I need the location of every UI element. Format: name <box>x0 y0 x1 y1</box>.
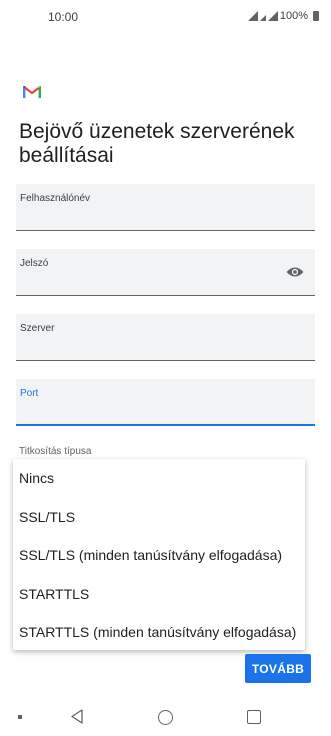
home-icon[interactable] <box>158 710 173 725</box>
visibility-eye-icon[interactable] <box>286 266 304 278</box>
gmail-icon <box>23 86 41 98</box>
password-field[interactable]: Jelszó <box>16 249 315 296</box>
server-label: Szerver <box>20 323 55 334</box>
dropdown-option-ssl-tls-accept-all[interactable]: SSL/TLS (minden tanúsítvány elfogadása) <box>19 536 282 574</box>
status-time: 10:00 <box>48 10 79 24</box>
wifi-signal-icon <box>247 11 258 21</box>
username-field[interactable]: Felhasználónév <box>16 184 315 231</box>
server-field[interactable]: Szerver <box>16 314 315 361</box>
dropdown-option-starttls[interactable]: STARTTLS <box>19 575 89 613</box>
nav-menu-dot-icon <box>18 715 22 719</box>
password-label: Jelszó <box>20 258 49 269</box>
next-button[interactable]: TOVÁBB <box>245 654 311 683</box>
dropdown-option-none[interactable]: Nincs <box>19 459 54 497</box>
port-label: Port <box>20 388 39 399</box>
recent-apps-icon[interactable] <box>247 710 261 724</box>
cellular-signal-icon <box>267 11 278 21</box>
status-icons: 100% <box>247 10 319 22</box>
battery-icon <box>313 11 319 21</box>
encryption-dropdown-menu: Nincs SSL/TLS SSL/TLS (minden tanúsítván… <box>13 459 305 650</box>
back-icon[interactable] <box>70 709 84 724</box>
username-label: Felhasználónév <box>20 193 91 204</box>
page-title: Bejövő üzenetek szerverének beállításai <box>19 120 295 167</box>
battery-percent: 100% <box>279 10 308 22</box>
cellular-signal-small-icon <box>259 15 266 21</box>
dropdown-option-ssl-tls[interactable]: SSL/TLS <box>19 498 75 536</box>
encryption-type-label: Titkosítás típusa <box>19 446 92 457</box>
port-field[interactable]: Port <box>16 379 315 426</box>
dropdown-option-starttls-accept-all[interactable]: STARTTLS (minden tanúsítvány elfogadása) <box>19 613 296 651</box>
status-bar: 10:00 100% <box>0 0 331 34</box>
system-nav-bar <box>0 697 331 736</box>
